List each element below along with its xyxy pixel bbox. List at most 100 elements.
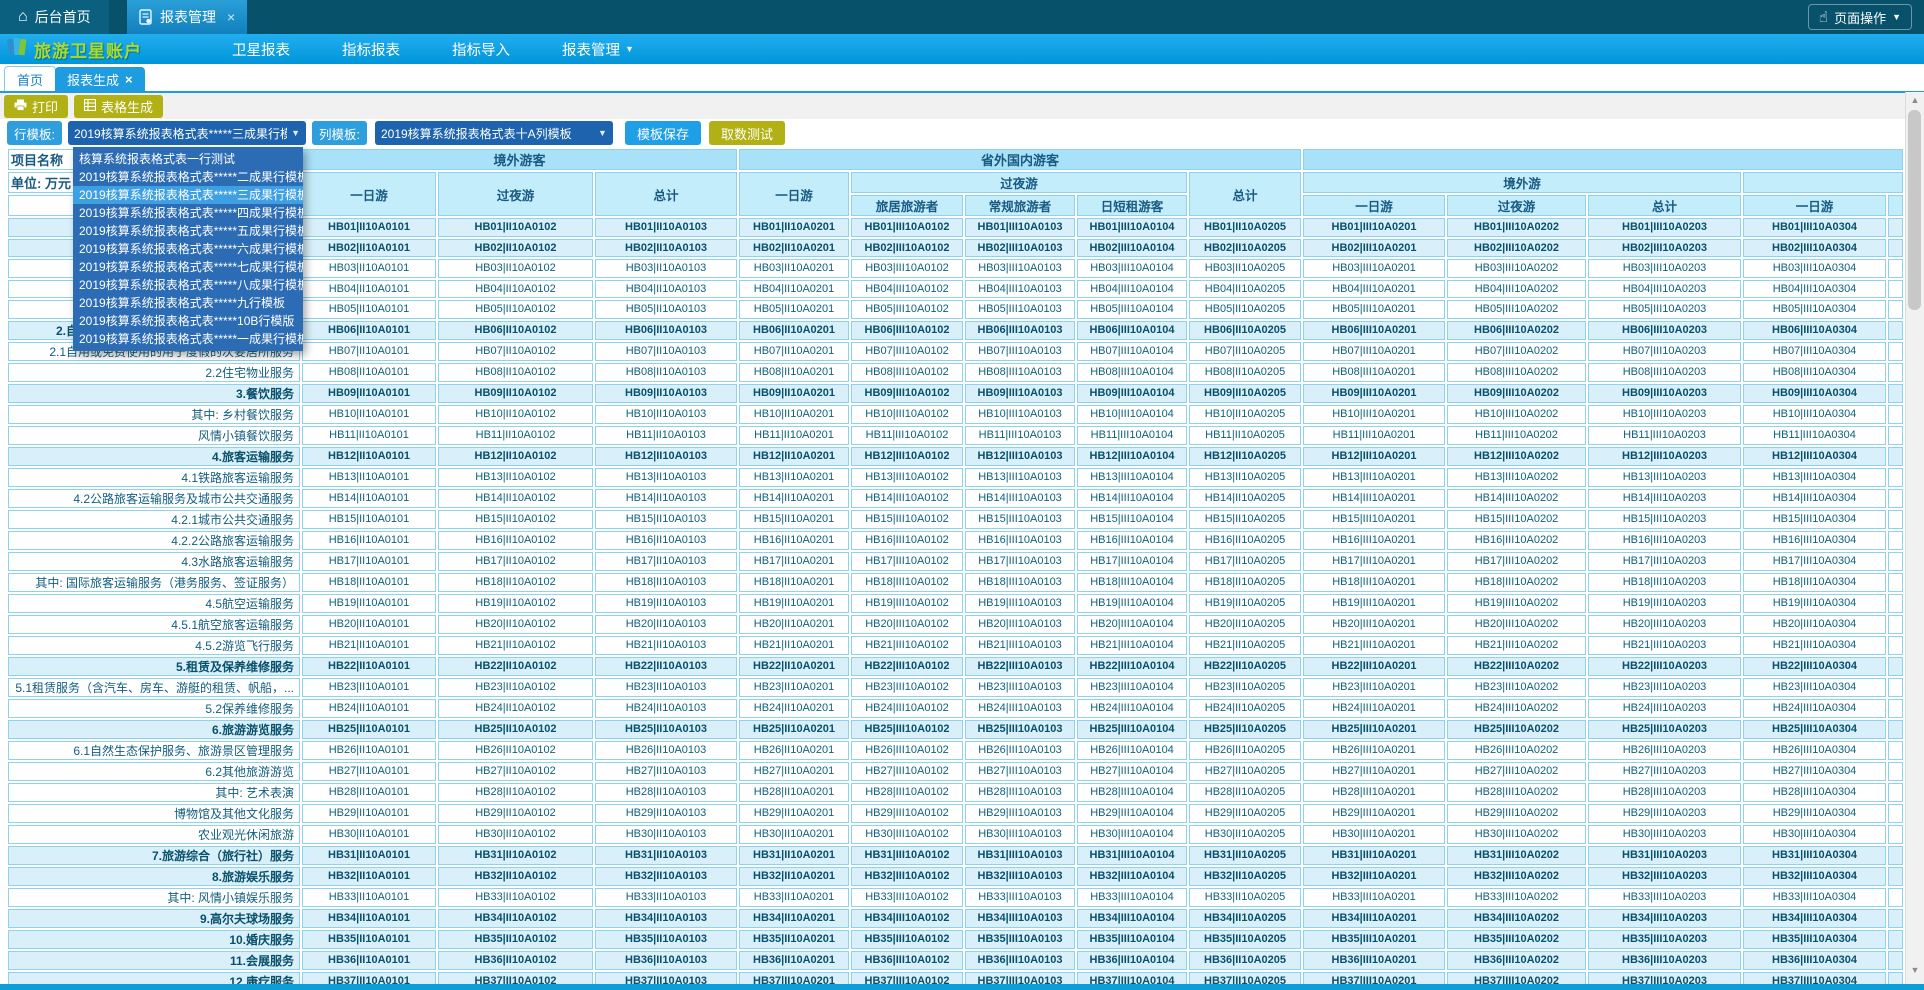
menu-indicator-import[interactable]: 指标导入 <box>426 34 536 64</box>
table-icon <box>84 99 96 114</box>
dropdown-option[interactable]: 2019核算系统报表格式表*****五成果行模板 <box>73 222 303 240</box>
code-cell: HB27|III10A0103 <box>965 762 1075 781</box>
template-save-button[interactable]: 模板保存 <box>625 121 701 145</box>
code-cell: HB18|III10A0202 <box>1447 573 1586 592</box>
code-cell: HB32|III10A0102 <box>851 867 963 886</box>
code-cell: HB31|III10A0201 <box>1303 846 1445 865</box>
code-cell: HB07|III10A0202 <box>1447 342 1586 361</box>
code-cell: HB11|III10A0203 <box>1588 426 1741 445</box>
code-cell: HB17|II10A0201 <box>739 552 849 571</box>
tab-report-generation[interactable]: 报表生成 × <box>55 67 145 91</box>
code-cell: HB20|II10A0102 <box>438 615 593 634</box>
code-cell: HB11|III10A0102 <box>851 426 963 445</box>
menu-report-management[interactable]: 报表管理 ▼ <box>536 34 660 64</box>
code-cell: HB36|III10A0201 <box>1303 951 1445 970</box>
dropdown-option[interactable]: 2019核算系统报表格式表*****三成果行模板 <box>73 186 303 204</box>
tab-home[interactable]: 首页 <box>4 66 56 91</box>
code-cell: HB28|II10A0101 <box>302 783 436 802</box>
row-label-cell: 风情小镇餐饮服务 <box>8 426 300 445</box>
code-cell: HB16|II10A0201 <box>739 531 849 550</box>
row-label-cell: 4.5航空运输服务 <box>8 594 300 613</box>
code-cell: HB05|II10A0205 <box>1189 300 1301 319</box>
code-cell: HB30|III10A0104 <box>1077 825 1187 844</box>
code-cell: HB16|III10A0203 <box>1588 531 1741 550</box>
print-button[interactable]: 打印 <box>4 95 68 118</box>
table-row: 其中: 艺术表演HB28|II10A0101HB28|II10A0102HB28… <box>8 783 1903 802</box>
code-cell: HB24|II10A0102 <box>438 699 593 718</box>
code-cell: HB10|III10A0104 <box>1077 405 1187 424</box>
code-cell: HB35|III10A0201 <box>1303 930 1445 949</box>
code-cell: HB17|III10A0104 <box>1077 552 1187 571</box>
code-cell: HB12|II10A0102 <box>438 447 593 466</box>
code-cell: HB24|III10A0103 <box>965 699 1075 718</box>
bottom-scroll-bar[interactable] <box>0 984 1924 990</box>
vertical-scrollbar[interactable]: ▲ ▼ <box>1905 92 1924 984</box>
col-template-select[interactable]: 2019核算系统报表格式表十A列模板 ▼ <box>375 121 613 145</box>
code-cell: HB08|II10A0101 <box>302 363 436 382</box>
backend-home-tab[interactable]: ⌂ 后台首页 <box>0 0 109 34</box>
code-cell: HB02|III10A0304 <box>1743 239 1886 258</box>
code-cell: HB16|II10A0103 <box>595 531 737 550</box>
code-cell: HB24|II10A0103 <box>595 699 737 718</box>
dropdown-option[interactable]: 2019核算系统报表格式表*****七成果行模板 <box>73 258 303 276</box>
table-row: 10.婚庆服务HB35|II10A0101HB35|II10A0102HB35|… <box>8 930 1903 949</box>
code-cell: HB29|III10A0203 <box>1588 804 1741 823</box>
page-operations-button[interactable]: ☝ 页面操作 ▼ <box>1808 4 1912 30</box>
code-cell: HB20|III10A0104 <box>1077 615 1187 634</box>
code-cell: HB33|III10A0201 <box>1303 888 1445 907</box>
code-cell: HB33|III10A0304 <box>1743 888 1886 907</box>
code-cell: HB07|II10A0103 <box>595 342 737 361</box>
code-cell: HB28|III10A0201 <box>1303 783 1445 802</box>
code-cell: HB29|III10A0304 <box>1743 804 1886 823</box>
dropdown-option[interactable]: 2019核算系统报表格式表*****二成果行模板 <box>73 168 303 186</box>
menu-satellite-reports[interactable]: 卫星报表 <box>206 34 316 64</box>
code-cell: HB10|II10A0103 <box>595 405 737 424</box>
dropdown-option[interactable]: 2019核算系统报表格式表*****四成果行模板 <box>73 204 303 222</box>
scroll-down-icon[interactable]: ▼ <box>1906 962 1924 978</box>
code-cell: HB18|III10A0201 <box>1303 573 1445 592</box>
code-cell: HB04|II10A0101 <box>302 280 436 299</box>
scroll-up-icon[interactable]: ▲ <box>1906 92 1924 108</box>
code-cell: HB22|II10A0205 <box>1189 657 1301 676</box>
code-cell: HB03|III10A0203 <box>1588 259 1741 278</box>
code-cell: HB12|III10A0103 <box>965 447 1075 466</box>
dropdown-option[interactable]: 2019核算系统报表格式表*****10B行模版 <box>73 312 303 330</box>
scrollbar-thumb[interactable] <box>1908 110 1921 310</box>
code-cell: HB34|III10A0304 <box>1743 909 1886 928</box>
menu-indicator-reports[interactable]: 指标报表 <box>316 34 426 64</box>
dropdown-option[interactable]: 2019核算系统报表格式表*****一成果行模板 <box>73 330 303 348</box>
code-cell: HB11|II10A0103 <box>595 426 737 445</box>
code-cell: HB26|III10A0202 <box>1447 741 1586 760</box>
code-cell: HB33|III10A0104 <box>1077 888 1187 907</box>
report-management-top-tab[interactable]: 报表管理 × <box>127 0 247 34</box>
row-template-select[interactable]: 2019核算系统报表格式表*****三成果行模板 ▼ <box>68 121 306 145</box>
code-cell: HB12|III10A0202 <box>1447 447 1586 466</box>
col-header-day-trip: 一日游 <box>302 172 436 216</box>
close-icon[interactable]: × <box>125 72 133 87</box>
code-cell: HB01|III10A0102 <box>851 218 963 237</box>
code-cell: HB25|III10A0203 <box>1588 720 1741 739</box>
code-cell: HB09|III10A0203 <box>1588 384 1741 403</box>
dropdown-option[interactable]: 2019核算系统报表格式表*****六成果行模板 <box>73 240 303 258</box>
code-cell: HB36|III10A0104 <box>1077 951 1187 970</box>
table-row: 4.5.2游览飞行服务HB21|II10A0101HB21|II10A0102H… <box>8 636 1903 655</box>
row-label-cell: 10.婚庆服务 <box>8 930 300 949</box>
dropdown-option[interactable]: 2019核算系统报表格式表*****八成果行模板 <box>73 276 303 294</box>
code-cell: HB32|III10A0104 <box>1077 867 1187 886</box>
code-cell: HB14|II10A0103 <box>595 489 737 508</box>
close-icon[interactable]: × <box>227 9 235 25</box>
table-generate-button[interactable]: 表格生成 <box>74 95 163 118</box>
fetch-test-button[interactable]: 取数测试 <box>709 121 785 145</box>
code-cell: HB17|III10A0201 <box>1303 552 1445 571</box>
code-cell: HB13|III10A0202 <box>1447 468 1586 487</box>
code-cell: HB31|III10A0202 <box>1447 846 1586 865</box>
dropdown-option[interactable]: 核算系统报表格式表一行测试 <box>73 150 303 168</box>
code-cell: HB06|III10A0103 <box>965 321 1075 340</box>
table-row: 5.租赁及保养维修服务HB22|II10A0101HB22|II10A0102H… <box>8 657 1903 676</box>
table-row: 6.旅游游览服务HB25|II10A0101HB25|II10A0102HB25… <box>8 720 1903 739</box>
clipped-cell <box>1888 846 1903 865</box>
code-cell: HB18|II10A0101 <box>302 573 436 592</box>
code-cell: HB27|III10A0203 <box>1588 762 1741 781</box>
dropdown-option[interactable]: 2019核算系统报表格式表*****九行模板 <box>73 294 303 312</box>
code-cell: HB08|III10A0201 <box>1303 363 1445 382</box>
